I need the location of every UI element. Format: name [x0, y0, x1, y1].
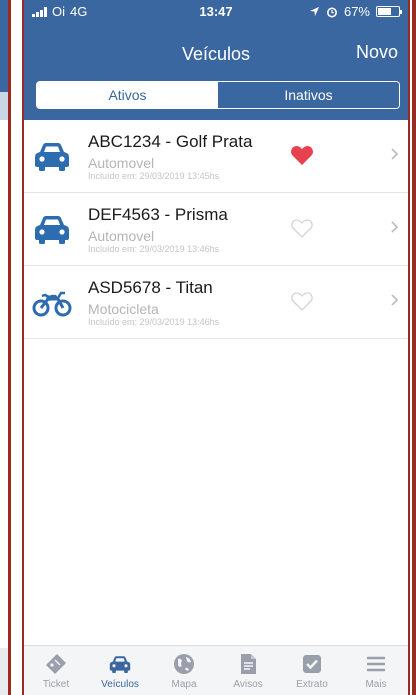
- previous-screenshot-strip: [0, 0, 12, 695]
- car-icon: [109, 656, 131, 673]
- menu-icon: [367, 656, 385, 672]
- vehicle-type: Motocicleta: [88, 301, 159, 317]
- previous-screen-tabbar: [0, 648, 8, 695]
- document-icon: [241, 654, 256, 674]
- segment-active[interactable]: Ativos: [37, 82, 218, 108]
- favorite-heart-filled-icon[interactable]: [290, 144, 314, 166]
- chevron-right-icon: [391, 148, 399, 160]
- tab-more[interactable]: Mais: [344, 646, 408, 695]
- vehicle-added-date: Incluído em: 29/03/2019 13:46hs: [88, 244, 220, 254]
- tab-label: Avisos: [233, 679, 263, 690]
- vehicle-title: ASD5678 - Titan: [88, 278, 213, 297]
- battery-icon: [376, 6, 402, 17]
- new-vehicle-button[interactable]: Novo: [356, 42, 398, 63]
- car-icon: [35, 216, 69, 244]
- frame-border-right: [412, 0, 416, 695]
- segment-inactive[interactable]: Inativos: [218, 82, 399, 108]
- favorite-heart-outline-icon[interactable]: [290, 217, 314, 239]
- tab-label: Ticket: [42, 679, 70, 690]
- battery-percent: 67%: [343, 4, 370, 19]
- chevron-right-icon: [391, 294, 399, 306]
- chevron-right-icon: [391, 221, 399, 233]
- frame-border-left: [8, 0, 11, 695]
- tab-notices[interactable]: Avisos: [216, 646, 280, 695]
- vehicle-list: ABC1234 - Golf Prata Automovel Incluído …: [24, 120, 408, 339]
- status-bar: Oi 4G 13:47 67%: [24, 0, 408, 22]
- tab-vehicles[interactable]: Veículos: [88, 646, 152, 695]
- previous-screen-header: [0, 0, 8, 92]
- tab-statement[interactable]: Extrato: [280, 646, 344, 695]
- list-item[interactable]: ABC1234 - Golf Prata Automovel Incluído …: [24, 120, 408, 193]
- list-item[interactable]: DEF4563 - Prisma Automovel Incluído em: …: [24, 193, 408, 266]
- vehicle-title: ABC1234 - Golf Prata: [88, 132, 253, 151]
- vehicle-title: DEF4563 - Prisma: [88, 205, 228, 224]
- vehicle-type: Automovel: [88, 228, 155, 244]
- tab-label: Mais: [365, 679, 387, 690]
- tab-map[interactable]: Mapa: [152, 646, 216, 695]
- phone-screen: Oi 4G 13:47 67% Veículos Novo Ativos Ina…: [22, 0, 410, 695]
- vehicle-added-date: Incluído em: 29/03/2019 13:46hs: [88, 317, 220, 327]
- alarm-icon: [326, 7, 337, 17]
- tab-ticket[interactable]: Ticket: [24, 646, 88, 695]
- checkbox-icon: [303, 655, 321, 673]
- tab-label: Extrato: [296, 679, 328, 690]
- bottom-tab-bar: Ticket Veículos Mapa Avisos Extrato Mais: [24, 645, 408, 695]
- status-right: 67%: [309, 4, 402, 19]
- vehicle-added-date: Incluído em: 29/03/2019 13:45hs: [88, 171, 220, 181]
- status-segmented-control: Ativos Inativos: [36, 81, 400, 109]
- ticket-icon: [46, 654, 66, 674]
- location-arrow-icon: [309, 6, 320, 17]
- tab-label: Mapa: [171, 679, 197, 690]
- favorite-heart-outline-icon[interactable]: [290, 290, 314, 312]
- list-item[interactable]: ASD5678 - Titan Motocicleta Incluído em:…: [24, 266, 408, 339]
- page-title: Veículos: [181, 44, 251, 64]
- globe-icon: [174, 654, 194, 674]
- previous-screen-band: [0, 92, 8, 120]
- motorcycle-icon: [32, 291, 72, 317]
- vehicle-type: Automovel: [88, 155, 155, 171]
- car-icon: [35, 143, 69, 171]
- tab-label: Veículos: [101, 679, 139, 690]
- app-header: Oi 4G 13:47 67% Veículos Novo Ativos Ina…: [24, 0, 408, 120]
